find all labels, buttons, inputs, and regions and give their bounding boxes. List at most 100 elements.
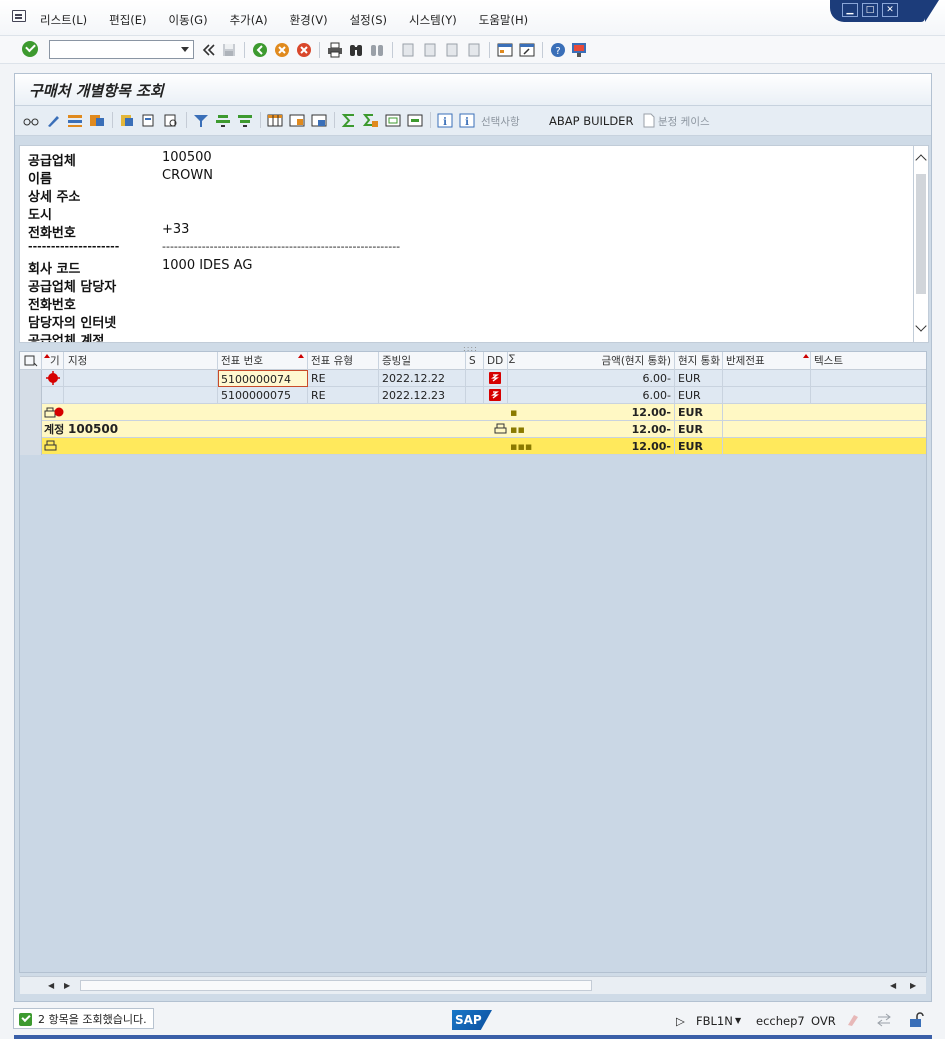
subtotal-icon[interactable] <box>363 113 379 128</box>
display-glasses-icon[interactable] <box>23 113 39 128</box>
save-icon[interactable] <box>221 42 237 58</box>
header-value: CROWN <box>162 168 213 183</box>
account-total-row[interactable]: 계정 100500 ▪▪ 12.00- EUR <box>20 421 926 438</box>
back-icon[interactable] <box>252 42 268 58</box>
row-selector[interactable] <box>20 370 42 387</box>
change-pencil-icon[interactable] <box>45 113 61 128</box>
expand-icon[interactable] <box>385 113 401 128</box>
table-row[interactable]: 5100000074 RE 2022.12.22 6.00- EUR <box>20 370 926 387</box>
menu-help[interactable]: 도움말(H) <box>479 12 528 28</box>
col-amount[interactable]: ∑ 금액(현지 통화) <box>508 352 675 370</box>
filter-icon[interactable] <box>193 113 209 128</box>
row-selector[interactable] <box>20 404 42 421</box>
menu-edit[interactable]: 편집(E) <box>109 12 146 28</box>
clearing-doc-cell <box>723 370 811 387</box>
cancel-icon[interactable] <box>296 42 312 58</box>
double-chevron-left-icon[interactable] <box>201 42 217 58</box>
deselect-all-icon[interactable] <box>89 113 105 128</box>
scroll-left-icon[interactable]: ◀ <box>48 981 54 990</box>
col-text[interactable]: 텍스트 <box>811 352 926 370</box>
document-page-icon[interactable] <box>641 113 657 128</box>
sort-descending-icon[interactable] <box>237 113 253 128</box>
collapse-icon[interactable] <box>407 113 423 128</box>
scroll-right-icon[interactable]: ▶ <box>910 981 916 990</box>
due-date-overdue-icon <box>489 372 501 384</box>
exit-icon[interactable] <box>274 42 290 58</box>
chevron-down-icon[interactable]: ▼ <box>735 1016 741 1025</box>
maximize-icon[interactable]: □ <box>862 3 878 17</box>
grid-menu-icon[interactable] <box>24 355 38 367</box>
subtotal-row[interactable]: ▪ 12.00- EUR <box>20 404 926 421</box>
layout-columns-icon[interactable] <box>267 113 283 128</box>
menu-system[interactable]: 시스템(Y) <box>409 12 457 28</box>
menu-icon[interactable] <box>12 10 26 22</box>
document-overview-icon[interactable] <box>141 113 157 128</box>
close-icon[interactable]: ✕ <box>882 3 898 17</box>
abap-builder-button[interactable]: ABAP BUILDER <box>549 114 633 128</box>
minimize-icon[interactable]: ▁ <box>842 3 858 17</box>
previous-page-icon[interactable] <box>422 42 438 58</box>
selections-button[interactable]: 선택사항 <box>481 114 520 129</box>
scroll-left-icon[interactable]: ◀ <box>890 981 896 990</box>
command-input[interactable] <box>50 41 175 58</box>
selections-info-icon[interactable]: i <box>459 113 475 128</box>
row-selector[interactable] <box>20 438 42 455</box>
scroll-thumb[interactable] <box>80 980 592 991</box>
sort-ascending-icon[interactable] <box>215 113 231 128</box>
header-scrollbar[interactable] <box>913 145 929 343</box>
col-doc-type[interactable]: 전표 유형 <box>308 352 379 370</box>
select-all-cell[interactable] <box>20 352 42 370</box>
scroll-down-icon[interactable] <box>915 320 927 332</box>
first-page-icon[interactable] <box>400 42 416 58</box>
menu-environment[interactable]: 환경(V) <box>290 12 328 28</box>
scroll-right-icon[interactable]: ▶ <box>64 981 70 990</box>
shortcut-icon[interactable] <box>519 42 535 58</box>
menu-list[interactable]: 리스트(L) <box>40 12 87 28</box>
save-layout-icon[interactable] <box>311 113 327 128</box>
last-page-icon[interactable] <box>466 42 482 58</box>
doc-number-cell[interactable]: 5100000075 <box>218 387 308 404</box>
next-page-icon[interactable] <box>444 42 460 58</box>
print-icon[interactable] <box>327 42 343 58</box>
menu-goto[interactable]: 이동(G) <box>169 12 208 28</box>
status-message[interactable]: 2 항목을 조회했습니다. <box>13 1008 154 1029</box>
transaction-code[interactable]: FBL1N <box>696 1014 733 1028</box>
select-all-icon[interactable] <box>67 113 83 128</box>
table-row[interactable]: 5100000075 RE 2022.12.23 6.00- EUR <box>20 387 926 404</box>
lock-icon[interactable] <box>908 1012 924 1028</box>
insert-mode[interactable]: OVR <box>811 1014 836 1028</box>
status-expand-icon[interactable]: ▷ <box>676 1014 685 1028</box>
detail-view-icon[interactable] <box>163 113 179 128</box>
menu-extras[interactable]: 추가(A) <box>230 12 268 28</box>
col-clearing-doc[interactable]: 반제전표 <box>723 352 811 370</box>
scroll-up-icon[interactable] <box>915 154 927 166</box>
scroll-thumb[interactable] <box>916 174 926 294</box>
toolbar-separator <box>319 42 320 58</box>
col-s[interactable]: S <box>466 352 484 370</box>
col-dd[interactable]: DD <box>484 352 508 370</box>
info-icon[interactable]: i <box>437 113 453 128</box>
menu-settings[interactable]: 설정(S) <box>350 12 387 28</box>
find-icon[interactable] <box>348 42 364 58</box>
enter-icon[interactable] <box>22 41 38 57</box>
col-currency[interactable]: 현지 통화 <box>675 352 723 370</box>
row-selector[interactable] <box>20 421 42 438</box>
sum-icon[interactable] <box>341 113 357 128</box>
col-doc-date[interactable]: 증빙일 <box>379 352 466 370</box>
command-field[interactable] <box>49 40 194 59</box>
grid-horizontal-scrollbar[interactable]: ◀ ▶ ◀ ▶ <box>20 976 926 994</box>
row-selector[interactable] <box>20 387 42 404</box>
choose-layout-icon[interactable] <box>289 113 305 128</box>
chevron-down-icon[interactable] <box>181 47 189 52</box>
document-icon[interactable] <box>119 113 135 128</box>
col-assignment[interactable]: 지정 <box>64 352 218 370</box>
col-doc-number[interactable]: 전표 번호 <box>218 352 308 370</box>
grand-total-row[interactable]: ▪▪▪ 12.00- EUR <box>20 438 926 455</box>
doc-number-cell[interactable]: 5100000074 <box>218 370 308 387</box>
find-next-icon[interactable] <box>369 42 385 58</box>
help-icon[interactable]: ? <box>550 42 566 58</box>
col-status[interactable]: 기 <box>42 352 64 370</box>
new-session-icon[interactable] <box>497 42 513 58</box>
split-case-button[interactable]: 분정 케이스 <box>658 114 710 129</box>
customize-layout-icon[interactable] <box>571 42 587 58</box>
